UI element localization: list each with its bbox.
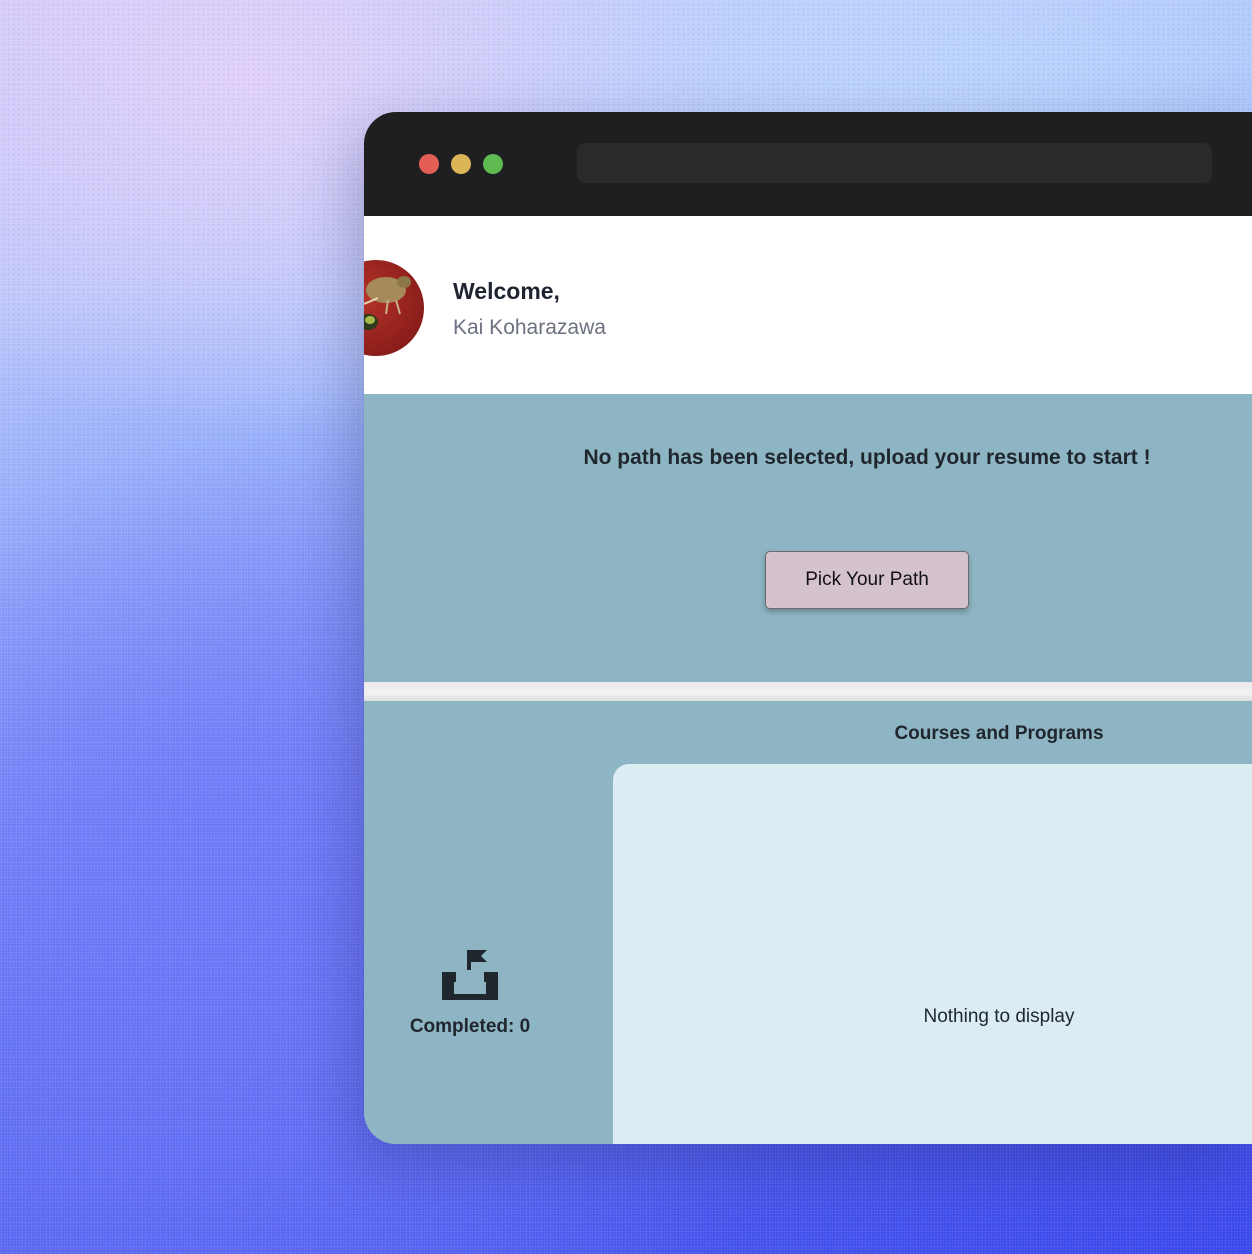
welcome-header: Welcome, Kai Koharazawa — [364, 216, 1252, 394]
courses-section: Courses and Programs Nothing to display … — [364, 701, 1252, 1144]
user-name: Kai Koharazawa — [453, 316, 606, 339]
close-window-button[interactable] — [419, 154, 439, 174]
courses-title: Courses and Programs — [894, 723, 1104, 744]
minimize-window-button[interactable] — [451, 154, 471, 174]
no-path-message: No path has been selected, upload your r… — [583, 446, 1151, 469]
user-avatar[interactable] — [364, 260, 424, 356]
welcome-heading: Welcome, — [453, 278, 560, 304]
path-section: No path has been selected, upload your r… — [364, 394, 1252, 682]
completed-count: Completed: 0 — [409, 1016, 531, 1037]
avatar-photo-icon — [364, 276, 411, 330]
flag-box-icon — [442, 950, 498, 1000]
window-titlebar — [364, 112, 1252, 216]
browser-window: Welcome, Kai Koharazawa No path has been… — [364, 112, 1252, 1144]
section-divider — [364, 682, 1252, 701]
pick-your-path-button[interactable]: Pick Your Path — [765, 551, 969, 609]
courses-panel: Nothing to display — [613, 764, 1252, 1144]
maximize-window-button[interactable] — [483, 154, 503, 174]
address-bar[interactable] — [577, 143, 1212, 183]
empty-state-text: Nothing to display — [923, 1006, 1075, 1027]
